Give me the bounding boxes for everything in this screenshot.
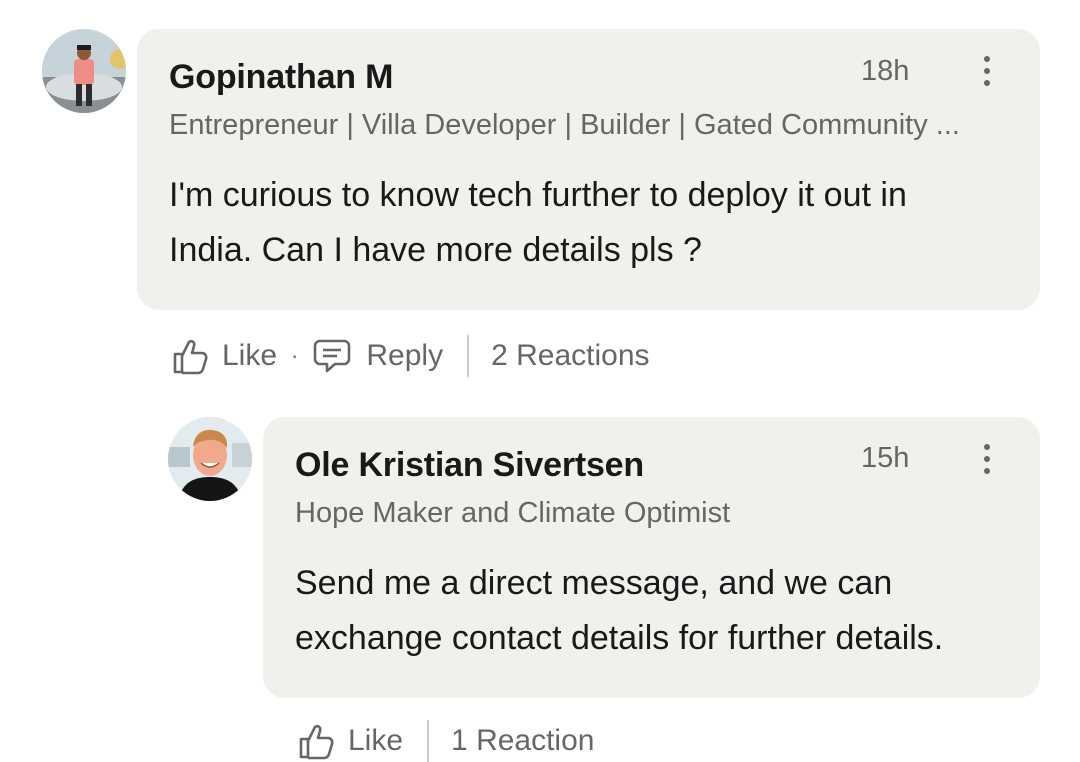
comment-text: I'm curious to know tech further to depl…	[169, 168, 907, 278]
comment-actions: Like · Reply 2 Reactions	[172, 335, 650, 377]
like-label: Like	[222, 339, 278, 372]
comment-text-line: I'm curious to know tech further to depl…	[169, 176, 907, 214]
like-button[interactable]: Like	[298, 722, 403, 760]
avatar-gopinathan[interactable]	[42, 29, 126, 113]
comment-text-line: Send me a direct message, and we can	[295, 564, 893, 602]
comment-timestamp: 18h	[861, 55, 910, 87]
comment-actions: Like 1 Reaction	[298, 720, 594, 762]
like-label: Like	[348, 724, 404, 757]
comment-timestamp: 15h	[861, 442, 910, 474]
avatar-photo	[42, 29, 126, 113]
reply-button[interactable]: Reply	[312, 338, 443, 374]
reply-label: Reply	[366, 339, 444, 372]
more-vertical-icon[interactable]	[981, 444, 993, 480]
reactions-count-link[interactable]: 2 Reactions	[491, 339, 649, 373]
comment-text-line: India. Can I have more details pls ?	[169, 231, 702, 269]
comment-text-line: exchange contact details for further det…	[295, 619, 944, 657]
comment-icon	[314, 339, 351, 373]
comment-author-headline: Entrepreneur | Villa Developer | Builder…	[169, 109, 960, 141]
comment-text: Send me a direct message, and we can exc…	[295, 556, 943, 666]
thumbs-up-icon	[299, 724, 334, 760]
separator-dot: ·	[291, 343, 299, 368]
comment-author-name[interactable]: Ole Kristian Sivertsen	[295, 446, 644, 485]
avatar-photo	[168, 417, 252, 501]
more-vertical-icon[interactable]	[981, 56, 993, 92]
comment-author-name[interactable]: Gopinathan M	[169, 58, 393, 97]
avatar-ole-kristian[interactable]	[168, 417, 252, 501]
reactions-count-link[interactable]: 1 Reaction	[451, 724, 594, 758]
divider	[427, 720, 430, 762]
like-button[interactable]: Like	[172, 337, 277, 375]
comment-author-headline: Hope Maker and Climate Optimist	[295, 497, 731, 529]
divider	[467, 335, 470, 377]
thumbs-up-icon	[173, 339, 208, 375]
